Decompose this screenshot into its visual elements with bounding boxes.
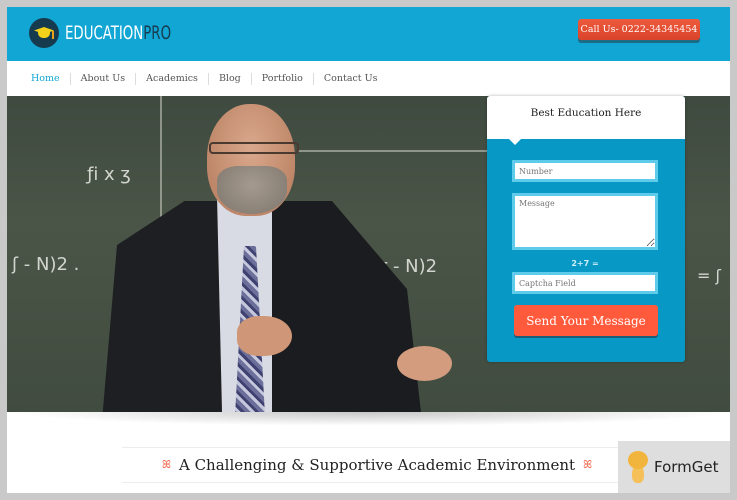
main-nav: Home About Us Academics Blog Portfolio C… [7, 61, 730, 96]
nav-item-portfolio[interactable]: Portfolio [250, 72, 313, 85]
formget-watermark: FormGet [618, 441, 730, 493]
ornament-right-icon: ꕤ [583, 458, 593, 471]
site-header: EDUCATIONPRO Call Us- 0222-34345454 [7, 7, 730, 61]
captcha-input[interactable] [512, 272, 658, 294]
logo-text: EDUCATIONPRO [65, 22, 171, 44]
nav-item-home[interactable]: Home [29, 73, 70, 85]
chalk-text: ʃ - N)2 . [12, 254, 80, 275]
contact-form-card: Best Education Here 2+7 = Send Your Mess… [487, 96, 685, 362]
lion-mascot-icon [628, 451, 648, 483]
tagline-section: ꕤ A Challenging & Supportive Academic En… [122, 447, 632, 483]
number-input[interactable] [512, 160, 658, 182]
ornament-left-icon: ꕤ [161, 458, 171, 471]
form-notch [509, 139, 521, 145]
site-logo[interactable]: EDUCATIONPRO [29, 17, 201, 49]
formget-label: FormGet [654, 458, 719, 476]
page: EDUCATIONPRO Call Us- 0222-34345454 Home… [7, 7, 730, 493]
hero-shadow [7, 412, 730, 426]
nav-item-about-us[interactable]: About Us [69, 72, 136, 85]
professor-photo [102, 96, 452, 412]
nav-item-contact-us[interactable]: Contact Us [312, 72, 388, 85]
logo-text-primary: EDUCATION [65, 22, 144, 44]
form-title: Best Education Here [487, 96, 685, 139]
logo-text-secondary: PRO [143, 22, 172, 44]
call-us-button[interactable]: Call Us- 0222-34345454 [578, 19, 700, 40]
send-message-button[interactable]: Send Your Message [514, 305, 658, 336]
tagline-text: A Challenging & Supportive Academic Envi… [178, 456, 576, 474]
graduation-cap-icon [29, 18, 59, 48]
message-textarea[interactable] [512, 193, 658, 250]
chalk-text: = ʃ [697, 266, 721, 285]
nav-item-blog[interactable]: Blog [207, 72, 251, 85]
nav-item-academics[interactable]: Academics [135, 72, 208, 85]
captcha-question: 2+7 = [571, 259, 599, 268]
